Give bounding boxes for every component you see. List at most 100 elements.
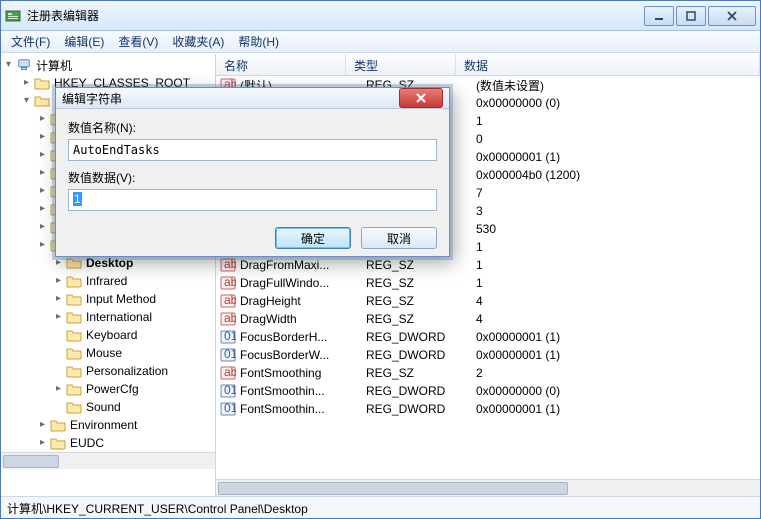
dword-value-icon: 011 [220, 347, 236, 363]
dword-value-icon: 011 [220, 401, 236, 417]
tree-label: EUDC [70, 436, 104, 450]
regedit-window: 注册表编辑器 文件(F)编辑(E)查看(V)收藏夹(A)帮助(H) ▾ 计算机 … [0, 0, 761, 519]
expand-icon[interactable]: ▸ [37, 222, 48, 233]
value-data: 1 [476, 258, 760, 272]
col-type[interactable]: 类型 [346, 54, 456, 75]
string-value-icon: ab [220, 257, 236, 273]
folder-icon [66, 274, 82, 288]
svg-text:ab: ab [224, 257, 236, 271]
tree-label: 计算机 [36, 57, 72, 74]
dialog-body: 数值名称(N): 数值数据(V): 1 [56, 109, 449, 227]
expand-icon[interactable] [53, 348, 64, 359]
dialog-buttons: 确定 取消 [56, 227, 449, 259]
expand-icon[interactable]: ▸ [37, 204, 48, 215]
list-hscrollbar[interactable] [216, 479, 760, 496]
edit-string-dialog: 编辑字符串 数值名称(N): 数值数据(V): 1 确定 取消 [55, 87, 450, 257]
list-header[interactable]: 名称 类型 数据 [216, 54, 760, 76]
value-data: 0x00000001 (1) [476, 402, 760, 416]
expand-icon[interactable]: ▾ [21, 96, 32, 107]
value-data: 4 [476, 294, 760, 308]
tree-item[interactable]: Keyboard [1, 326, 215, 344]
dialog-titlebar[interactable]: 编辑字符串 [56, 88, 449, 109]
value-data: 0x000004b0 (1200) [476, 168, 760, 182]
string-value-icon: ab [220, 293, 236, 309]
value-row[interactable]: 011FocusBorderH...REG_DWORD0x00000001 (1… [216, 328, 760, 346]
menu-item[interactable]: 查看(V) [112, 31, 164, 52]
value-data-label: 数值数据(V): [68, 169, 437, 186]
col-name[interactable]: 名称 [216, 54, 346, 75]
tree-label: Environment [70, 418, 137, 432]
cancel-button[interactable]: 取消 [361, 227, 437, 249]
folder-icon [66, 328, 82, 342]
tree-item[interactable]: ▸International [1, 308, 215, 326]
expand-icon[interactable]: ▸ [37, 186, 48, 197]
menu-item[interactable]: 收藏夹(A) [166, 31, 230, 52]
value-row[interactable]: abDragWidthREG_SZ4 [216, 310, 760, 328]
value-type: REG_SZ [366, 366, 476, 380]
value-data: 0x00000001 (1) [476, 348, 760, 362]
folder-icon [50, 418, 66, 432]
value-name: FocusBorderW... [240, 348, 366, 362]
expand-icon[interactable]: ▸ [37, 132, 48, 143]
expand-icon[interactable]: ▸ [37, 240, 48, 251]
folder-icon [50, 436, 66, 450]
value-name: FontSmoothing [240, 366, 366, 380]
expand-icon[interactable]: ▾ [3, 60, 14, 71]
tree-item[interactable]: ▸ Environment [1, 416, 215, 434]
expand-icon[interactable]: ▸ [37, 438, 48, 449]
value-row[interactable]: abDragHeightREG_SZ4 [216, 292, 760, 310]
dword-value-icon: 011 [220, 383, 236, 399]
expand-icon[interactable]: ▸ [53, 312, 64, 323]
expand-icon[interactable]: ▸ [37, 420, 48, 431]
tree-hscrollbar[interactable] [1, 452, 215, 469]
tree-item[interactable]: ▸PowerCfg [1, 380, 215, 398]
expand-icon[interactable]: ▸ [21, 78, 32, 89]
statusbar: 计算机\HKEY_CURRENT_USER\Control Panel\Desk… [1, 496, 760, 518]
value-data: 0x00000000 (0) [476, 96, 760, 110]
tree-item[interactable]: ▸ EUDC [1, 434, 215, 452]
dialog-close-button[interactable] [399, 88, 443, 108]
tree-item[interactable]: ▸Input Method [1, 290, 215, 308]
svg-text:ab: ab [224, 275, 236, 289]
expand-icon[interactable]: ▸ [37, 114, 48, 125]
col-data[interactable]: 数据 [456, 54, 760, 75]
folder-icon [66, 364, 82, 378]
value-row[interactable]: 011FontSmoothin...REG_DWORD0x00000001 (1… [216, 400, 760, 418]
svg-text:011: 011 [224, 383, 236, 397]
tree-item[interactable]: Sound [1, 398, 215, 416]
expand-icon[interactable] [53, 330, 64, 341]
menu-item[interactable]: 帮助(H) [232, 31, 285, 52]
tree-item[interactable]: ▸Infrared [1, 272, 215, 290]
expand-icon[interactable]: ▸ [37, 168, 48, 179]
expand-icon[interactable] [53, 366, 64, 377]
expand-icon[interactable]: ▸ [53, 294, 64, 305]
value-type: REG_SZ [366, 312, 476, 326]
tree-label: Sound [86, 400, 121, 414]
titlebar[interactable]: 注册表编辑器 [1, 1, 760, 31]
value-name-input[interactable] [68, 139, 437, 161]
value-row[interactable]: 011FocusBorderW...REG_DWORD0x00000001 (1… [216, 346, 760, 364]
value-data: 3 [476, 204, 760, 218]
value-row[interactable]: abDragFullWindo...REG_SZ1 [216, 274, 760, 292]
ok-button[interactable]: 确定 [275, 227, 351, 249]
value-row[interactable]: abFontSmoothingREG_SZ2 [216, 364, 760, 382]
value-name: DragWidth [240, 312, 366, 326]
tree-root[interactable]: ▾ 计算机 [1, 56, 215, 74]
expand-icon[interactable] [53, 402, 64, 413]
maximize-button[interactable] [676, 6, 706, 26]
tree-item[interactable]: Personalization [1, 362, 215, 380]
tree-item[interactable]: Mouse [1, 344, 215, 362]
menu-item[interactable]: 文件(F) [5, 31, 56, 52]
menu-item[interactable]: 编辑(E) [58, 31, 110, 52]
value-data: 4 [476, 312, 760, 326]
value-data: 0 [476, 132, 760, 146]
value-data-input[interactable]: 1 [68, 189, 437, 211]
expand-icon[interactable]: ▸ [53, 384, 64, 395]
expand-icon[interactable]: ▸ [53, 276, 64, 287]
expand-icon[interactable]: ▸ [37, 150, 48, 161]
value-row[interactable]: 011FontSmoothin...REG_DWORD0x00000000 (0… [216, 382, 760, 400]
expand-icon[interactable]: ▸ [53, 258, 64, 269]
value-data: 0x00000000 (0) [476, 384, 760, 398]
minimize-button[interactable] [644, 6, 674, 26]
close-button[interactable] [708, 6, 756, 26]
